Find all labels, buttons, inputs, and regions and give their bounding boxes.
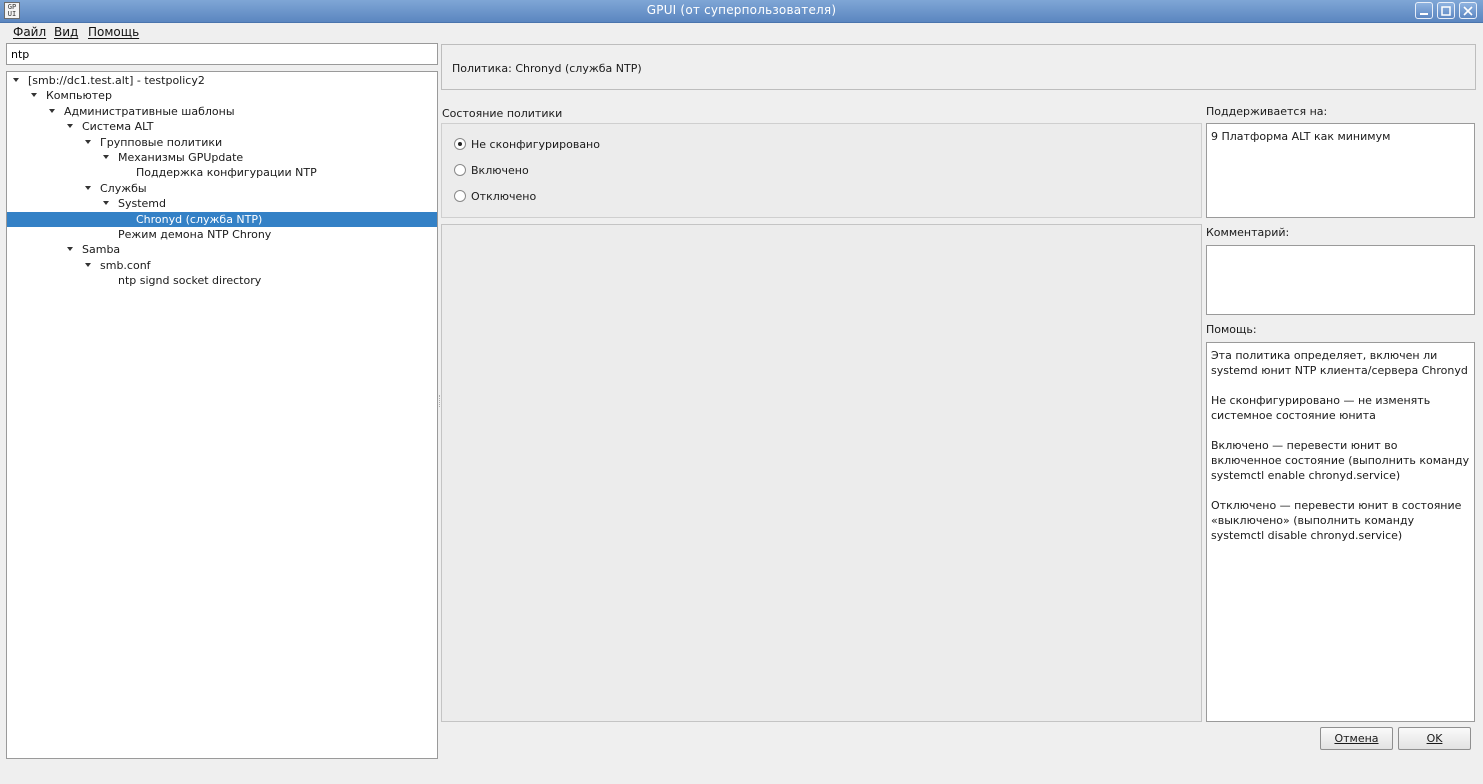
- tree-item-label: Режим демона NTP Chrony: [118, 228, 272, 241]
- maximize-icon: [1441, 6, 1451, 16]
- tree-item-label: smb.conf: [100, 258, 151, 272]
- policy-title: Политика: Chronyd (служба NTP): [452, 62, 642, 75]
- minimize-button[interactable]: [1415, 2, 1433, 19]
- minimize-icon: [1420, 13, 1428, 15]
- tree-item[interactable]: Механизмы GPUpdate: [7, 150, 437, 165]
- close-button[interactable]: [1459, 2, 1477, 19]
- radio-label: Отключено: [471, 190, 537, 203]
- expand-caret-icon[interactable]: [49, 108, 55, 113]
- tree-item-label: Поддержка конфигурации NTP: [136, 166, 317, 180]
- menu-view[interactable]: Вид: [54, 25, 78, 39]
- radio-button[interactable]: [454, 164, 466, 176]
- expand-caret-icon[interactable]: [67, 247, 73, 252]
- cancel-button-label: Отмена: [1334, 732, 1379, 745]
- tree-item[interactable]: Групповые политики: [7, 135, 437, 150]
- policy-tree[interactable]: [smb://dc1.test.alt] - testpolicy2 Компью…: [6, 71, 438, 759]
- close-icon: [1463, 6, 1473, 16]
- help-paragraph: Включено — перевести юнит во включенное …: [1211, 439, 1470, 482]
- tree-item-label: ntp signd socket directory: [118, 274, 262, 288]
- help-label: Помощь:: [1206, 323, 1257, 336]
- tree-item[interactable]: [smb://dc1.test.alt] - testpolicy2: [7, 73, 437, 88]
- menu-bar: Файл Вид Помощь: [0, 22, 1483, 42]
- tree-item[interactable]: Службы: [7, 181, 437, 196]
- radio-label: Включено: [471, 164, 529, 177]
- tree-item[interactable]: Система ALT: [7, 119, 437, 134]
- tree-item-label: Samba: [82, 243, 121, 257]
- help-paragraph: Отключено — перевести юнит в состояние «…: [1211, 499, 1462, 542]
- policy-header: Политика: Chronyd (служба NTP): [441, 44, 1476, 90]
- policy-state-group: Не сконфигурировано Включено Отключено: [441, 123, 1202, 218]
- ok-button-label: OK: [1426, 732, 1443, 745]
- tree-item[interactable]: Компьютер: [7, 88, 437, 103]
- expand-caret-icon[interactable]: [13, 78, 19, 82]
- search-input[interactable]: [6, 43, 438, 65]
- radio-button[interactable]: [454, 190, 466, 202]
- tree-item[interactable]: Samba: [7, 242, 437, 257]
- help-textbox[interactable]: Эта политика определяет, включен ли syst…: [1206, 342, 1475, 722]
- tree-item[interactable]: Административные шаблоны: [7, 104, 437, 119]
- supported-value: 9 Платформа ALT как минимум: [1211, 130, 1391, 143]
- radio-label: Не сконфигурировано: [471, 138, 600, 151]
- policy-options-panel: [441, 224, 1202, 722]
- radio-button[interactable]: [454, 138, 466, 150]
- tree-item-label: [smb://dc1.test.alt] - testpolicy2: [28, 74, 205, 87]
- tree-item-label: Компьютер: [46, 89, 112, 103]
- tree-item-label: Службы: [100, 181, 147, 195]
- supported-label: Поддерживается на:: [1206, 105, 1328, 118]
- expand-caret-icon[interactable]: [67, 124, 73, 129]
- tree-item-label: Групповые политики: [100, 135, 223, 149]
- tree-item-label: Механизмы GPUpdate: [118, 151, 244, 164]
- window-titlebar[interactable]: GP UI GPUI (от суперпользователя): [0, 0, 1483, 23]
- tree-item[interactable]: Systemd: [7, 196, 437, 211]
- expand-caret-icon[interactable]: [85, 139, 91, 144]
- tree-item[interactable]: Поддержка конфигурации NTP: [7, 165, 437, 180]
- tree-item[interactable]: Режим демона NTP Chrony: [7, 227, 437, 242]
- tree-item-label: Система ALT: [82, 120, 154, 134]
- help-paragraph: Не сконфигурировано — не изменять систем…: [1211, 394, 1431, 422]
- tree-item-label: Административные шаблоны: [64, 104, 235, 118]
- tree-item-label: Systemd: [118, 197, 167, 211]
- cancel-button[interactable]: Отмена: [1320, 727, 1393, 750]
- expand-caret-icon[interactable]: [103, 201, 109, 206]
- menu-help[interactable]: Помощь: [88, 25, 139, 39]
- tree-item[interactable]: ntp signd socket directory: [7, 273, 437, 288]
- expand-caret-icon[interactable]: [85, 262, 91, 267]
- tree-item[interactable]: Chronyd (служба NTP): [7, 211, 437, 227]
- maximize-button[interactable]: [1437, 2, 1455, 19]
- comment-label: Комментарий:: [1206, 226, 1290, 239]
- expand-caret-icon[interactable]: [85, 185, 91, 190]
- policy-state-label: Состояние политики: [442, 107, 563, 120]
- tree-item-label: Chronyd (служба NTP): [136, 212, 263, 226]
- expand-caret-icon[interactable]: [103, 155, 109, 159]
- tree-item[interactable]: smb.conf: [7, 258, 437, 273]
- window-title: GPUI (от суперпользователя): [646, 3, 837, 17]
- comment-textbox[interactable]: [1206, 245, 1475, 315]
- ok-button[interactable]: OK: [1398, 727, 1471, 750]
- supported-textbox[interactable]: 9 Платформа ALT как минимум: [1206, 123, 1475, 218]
- help-paragraph: Эта политика определяет, включен ли syst…: [1211, 349, 1468, 377]
- expand-caret-icon[interactable]: [31, 93, 37, 98]
- menu-file[interactable]: Файл: [13, 25, 46, 39]
